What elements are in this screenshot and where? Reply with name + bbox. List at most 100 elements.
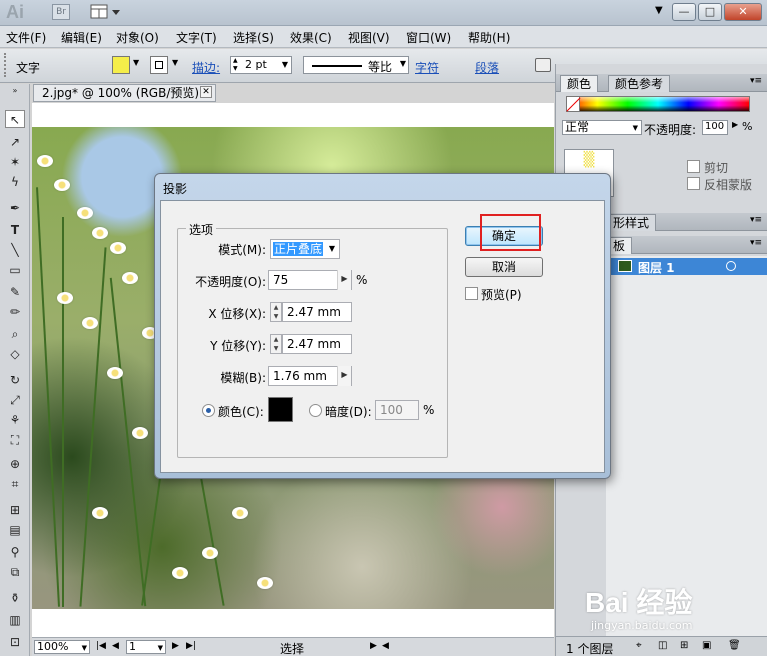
blend-mode-dropdown[interactable]: 正常 ▼ — [562, 120, 642, 135]
workspace-switcher-arrow[interactable]: ▼ — [655, 5, 663, 16]
blend-tool-icon[interactable]: ⧉ — [5, 563, 25, 581]
fill-dropdown-arrow[interactable]: ▼ — [133, 58, 139, 67]
menu-object[interactable]: 对象(O) — [116, 29, 159, 46]
line-tool-icon[interactable]: ╲ — [5, 241, 25, 259]
column-graph-tool-icon[interactable]: ▥ — [5, 611, 25, 629]
warp-tool-icon[interactable]: ⚘ — [5, 411, 25, 429]
restore-button[interactable]: □ — [698, 3, 722, 21]
mesh-tool-icon[interactable]: ⊞ — [5, 501, 25, 519]
previous-artboard-icon[interactable]: ◀ — [112, 641, 119, 651]
artboard-tool-icon[interactable]: ⊡ — [5, 633, 25, 651]
menu-edit[interactable]: 编辑(E) — [61, 29, 102, 46]
gradient-tool-icon[interactable]: ▤ — [5, 521, 25, 539]
document-tab-close-icon[interactable]: ✕ — [200, 86, 212, 98]
tab-graphic-styles[interactable]: 形样式 — [606, 214, 657, 231]
bridge-button[interactable]: Br — [52, 4, 70, 20]
menu-select[interactable]: 选择(S) — [233, 29, 274, 46]
mode-select[interactable]: 正片叠底 ▼ — [270, 239, 340, 259]
darkness-radio[interactable] — [309, 404, 322, 417]
color-panel-menu-icon[interactable]: ▾≡ — [750, 76, 762, 86]
first-artboard-icon[interactable]: |◀ — [96, 641, 106, 651]
perspective-grid-tool-icon[interactable]: ⌗ — [5, 475, 25, 493]
transparency-opacity-arrow[interactable]: ▶ — [732, 120, 738, 129]
type-tool-icon[interactable]: T — [5, 221, 25, 239]
stroke-panel-link[interactable]: 描边: — [192, 59, 220, 76]
tools-panel-collapse-icon[interactable]: » — [5, 87, 25, 95]
stroke-color-swatch[interactable] — [150, 56, 168, 74]
menu-help[interactable]: 帮助(H) — [468, 29, 510, 46]
pencil-tool-icon[interactable]: ✏ — [5, 303, 25, 321]
blob-brush-tool-icon[interactable]: ⌕ — [5, 325, 25, 343]
graphic-styles-menu-icon[interactable]: ▾≡ — [750, 215, 762, 225]
minimize-button[interactable]: — — [672, 3, 696, 21]
status-menu-arrow[interactable]: ▶ — [370, 641, 377, 651]
blend-mode-dropdown-arrow[interactable]: ▼ — [633, 122, 638, 134]
fill-color-swatch[interactable] — [112, 56, 130, 74]
x-offset-input[interactable]: 2.47 mm — [282, 302, 352, 322]
layer-target-icon[interactable] — [726, 261, 736, 271]
y-offset-input[interactable]: 2.47 mm — [282, 334, 352, 354]
stroke-dropdown-arrow[interactable]: ▼ — [172, 58, 178, 67]
x-offset-spinner[interactable]: ▲ ▼ — [270, 302, 282, 322]
pen-tool-icon[interactable]: ✒ — [5, 199, 25, 217]
none-color-swatch[interactable] — [566, 96, 580, 112]
zoom-field[interactable]: 100% ▼ — [34, 640, 90, 654]
shape-builder-tool-icon[interactable]: ⊕ — [5, 455, 25, 473]
preview-checkbox[interactable] — [465, 287, 478, 300]
zoom-dropdown-arrow[interactable]: ▼ — [82, 642, 87, 654]
stroke-weight-dropdown-arrow[interactable]: ▼ — [282, 57, 288, 73]
y-offset-spinner[interactable]: ▲ ▼ — [270, 334, 282, 354]
document-tab[interactable]: 2.jpg* @ 100% (RGB/预览) ✕ — [33, 84, 216, 102]
lasso-tool-icon[interactable]: ϟ — [5, 173, 25, 191]
eyedropper-tool-icon[interactable]: ⚲ — [5, 543, 25, 561]
recolor-artwork-icon[interactable] — [535, 58, 551, 72]
new-layer-icon[interactable]: ▣ — [702, 640, 711, 651]
cancel-button[interactable]: 取消 — [465, 257, 543, 277]
menu-view[interactable]: 视图(V) — [348, 29, 390, 46]
menu-file[interactable]: 文件(F) — [6, 29, 46, 46]
stroke-profile-dropdown[interactable]: 等比 ▼ — [303, 56, 409, 74]
invert-mask-checkbox[interactable] — [687, 177, 700, 190]
close-button[interactable]: ✕ — [724, 3, 762, 21]
layer-row[interactable]: 图层 1 — [606, 258, 767, 275]
selection-tool-icon[interactable]: ↖ — [5, 110, 25, 128]
stroke-profile-dropdown-arrow[interactable]: ▼ — [400, 59, 406, 68]
rotate-tool-icon[interactable]: ↻ — [5, 371, 25, 389]
menu-window[interactable]: 窗口(W) — [406, 29, 451, 46]
opacity-input[interactable]: 75 ▶ — [268, 270, 352, 290]
menu-effect[interactable]: 效果(C) — [290, 29, 332, 46]
color-radio[interactable] — [202, 404, 215, 417]
clip-checkbox[interactable] — [687, 160, 700, 173]
transparency-opacity-field[interactable]: 100 — [702, 120, 728, 135]
scale-tool-icon[interactable]: ⤢ — [5, 391, 25, 409]
free-transform-tool-icon[interactable]: ⛶ — [5, 431, 25, 449]
paragraph-panel-link[interactable]: 段落 — [475, 59, 499, 76]
delete-layer-icon[interactable]: 🗑 — [728, 640, 741, 651]
eraser-tool-icon[interactable]: ◇ — [5, 345, 25, 363]
artboard-number-field[interactable]: 1 ▼ — [126, 640, 166, 654]
symbol-sprayer-tool-icon[interactable]: ⚱ — [5, 589, 25, 607]
layers-panel-menu-icon[interactable]: ▾≡ — [750, 238, 762, 248]
stroke-weight-spinner-icon[interactable]: ▲ ▼ — [233, 57, 238, 73]
arrange-documents-button[interactable] — [90, 4, 122, 20]
magic-wand-tool-icon[interactable]: ✶ — [5, 153, 25, 171]
shadow-color-swatch[interactable] — [268, 397, 293, 422]
character-panel-link[interactable]: 字符 — [415, 59, 439, 76]
make-clipping-mask-icon[interactable]: ◫ — [658, 640, 667, 651]
new-sublayer-icon[interactable]: ⊞ — [680, 640, 688, 651]
last-artboard-icon[interactable]: ▶| — [186, 641, 196, 651]
tab-color[interactable]: 颜色 — [560, 75, 599, 92]
opacity-slider-arrow[interactable]: ▶ — [337, 270, 351, 290]
artboard-dropdown-arrow[interactable]: ▼ — [158, 642, 163, 654]
control-bar-grip[interactable] — [4, 53, 7, 77]
menu-type[interactable]: 文字(T) — [176, 29, 217, 46]
darkness-input[interactable]: 100 — [375, 400, 419, 420]
next-artboard-icon[interactable]: ▶ — [172, 641, 179, 651]
stroke-weight-field[interactable]: 2 pt ▲ ▼ ▼ — [230, 56, 292, 74]
blur-input[interactable]: 1.76 mm ▶ — [268, 366, 352, 386]
mode-dropdown-arrow[interactable]: ▼ — [329, 240, 335, 258]
blur-slider-arrow[interactable]: ▶ — [337, 366, 351, 386]
scroll-left-icon[interactable]: ◀ — [382, 641, 389, 651]
paintbrush-tool-icon[interactable]: ✎ — [5, 283, 25, 301]
direct-selection-tool-icon[interactable]: ↗ — [5, 133, 25, 151]
